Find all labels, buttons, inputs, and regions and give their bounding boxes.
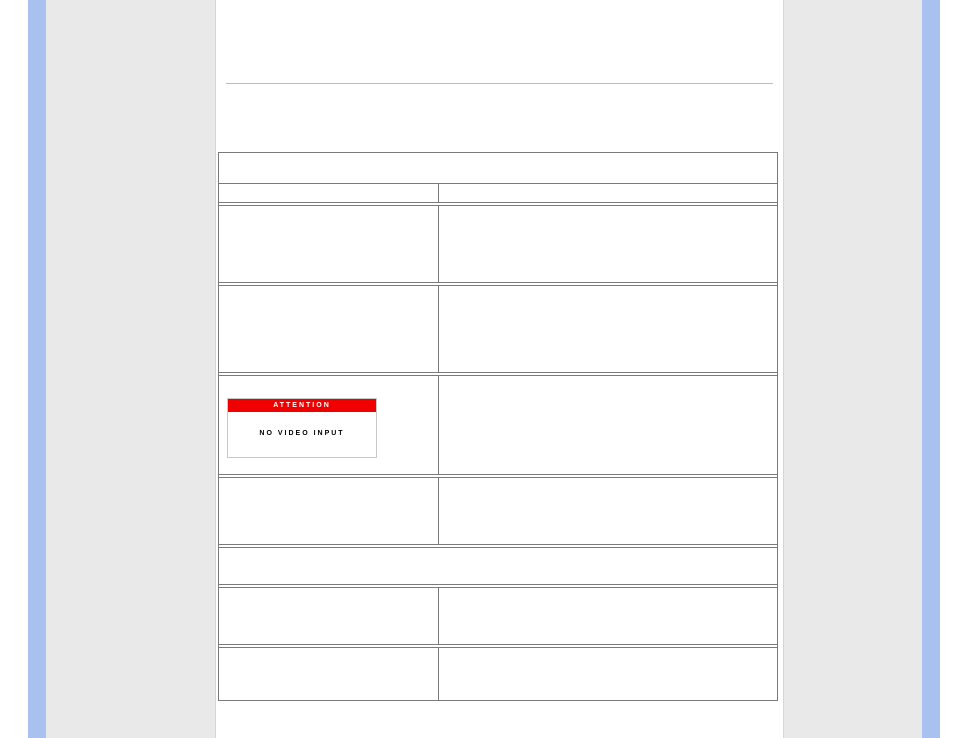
table-cell-left: [219, 588, 439, 644]
table-cell-right: [439, 588, 777, 644]
osd-message: NO VIDEO INPUT: [228, 412, 376, 457]
page-margin-right-accent: [922, 0, 940, 738]
osd-title: ATTENTION: [228, 399, 376, 412]
osd-dialog: ATTENTION NO VIDEO INPUT: [227, 398, 377, 458]
table-cell-right: [439, 478, 777, 544]
page-margin-right: [783, 0, 922, 738]
document-page: ATTENTION NO VIDEO INPUT: [216, 0, 783, 738]
table-section-header: [219, 548, 777, 584]
table-cell-right: [439, 648, 777, 700]
page-margin-left-accent: [28, 0, 46, 738]
table-cell-left: [219, 286, 439, 372]
table-col-header-right: [439, 184, 777, 202]
table-header: [219, 153, 777, 183]
table-cell-left: [219, 648, 439, 700]
table-cell-left: [219, 206, 439, 282]
table-cell-left: ATTENTION NO VIDEO INPUT: [219, 376, 439, 474]
table-cell-right: [439, 376, 777, 474]
page-margin-left: [46, 0, 216, 738]
table-cell-right: [439, 286, 777, 372]
table-col-header-left: [219, 184, 439, 202]
horizontal-rule: [226, 83, 773, 84]
table-cell-right: [439, 206, 777, 282]
table-cell-left: [219, 478, 439, 544]
troubleshooting-table: ATTENTION NO VIDEO INPUT: [218, 152, 778, 701]
